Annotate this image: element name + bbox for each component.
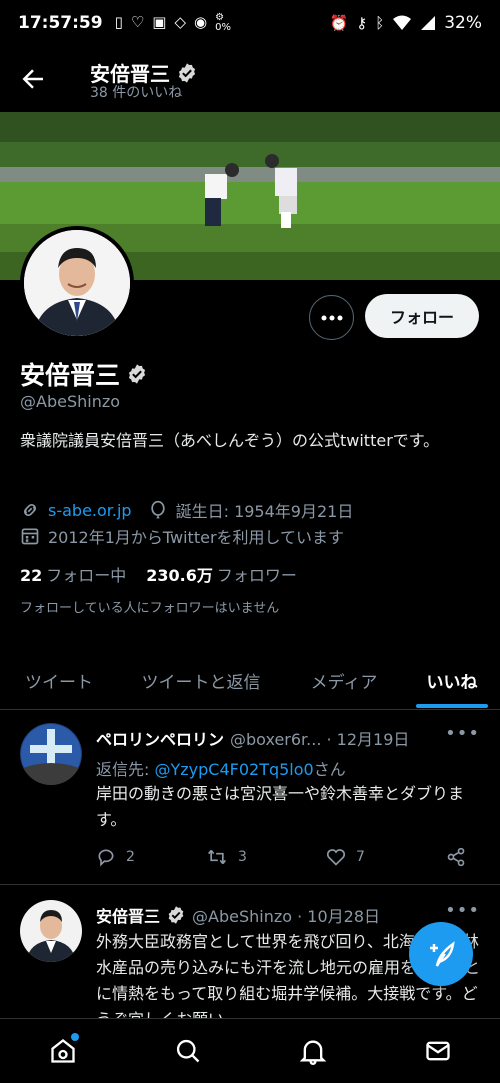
retweet-button[interactable]: 3 (206, 847, 326, 867)
joined-text: 2012年1月からTwitterを利用しています (48, 528, 345, 547)
tab-media[interactable]: メディア (284, 650, 404, 710)
website-link[interactable]: s-abe.or.jp (48, 501, 132, 520)
birthday-text: 誕生日: 1954年9月21日 (175, 502, 354, 521)
compose-feather-icon (430, 941, 455, 967)
status-bar: 17:57:59 ▯ ♡ ▣ ◇ ◉ ⚙ 0% ⏰ ⚷ ᛒ 32% (0, 0, 500, 46)
verified-badge-icon (178, 62, 196, 83)
tweet-header: 安倍晋三 @AbeShinzo · 10月28日 (96, 903, 380, 927)
heart-icon: ♡ (130, 13, 145, 31)
system-icons: ⏰ ⚷ ᛒ 32% (330, 13, 483, 33)
mail-icon (425, 1041, 450, 1061)
share-button[interactable] (446, 847, 466, 867)
bottom-navigation (0, 1018, 500, 1083)
status-time: 17:57:59 (18, 13, 103, 33)
tab-likes[interactable]: いいね (404, 650, 500, 710)
top-bar: 安倍晋三 38 件のいいね (0, 46, 500, 112)
tweet-actions: 2 3 7 (96, 847, 480, 867)
new-content-dot (70, 1033, 79, 1041)
tweet-header: ペロリンペロリン @boxer6r... · 12月19日 (96, 726, 409, 750)
calendar-icon (21, 528, 39, 545)
like-button[interactable]: 7 (326, 847, 446, 867)
data-usage-icon: ⚙ 0% (215, 12, 231, 33)
tweet-handle-date: @boxer6r... · 12月19日 (230, 730, 410, 749)
joined-row: 2012年1月からTwitterを利用しています (20, 524, 344, 548)
bell-icon (299, 1040, 326, 1065)
reply-to-line: 返信先: @YzypC4F02Tq5lo0さん (96, 760, 346, 779)
verified-badge-icon (128, 364, 146, 384)
reply-button[interactable]: 2 (96, 847, 206, 867)
compose-tweet-button[interactable] (409, 922, 473, 986)
link-icon (23, 503, 37, 517)
alarm-icon: ⏰ (329, 14, 349, 32)
nav-search[interactable] (168, 1031, 208, 1071)
more-options-button[interactable] (309, 295, 354, 340)
followers-stat[interactable]: 230.6万 フォロワー (146, 562, 297, 586)
retweet-icon (208, 849, 226, 865)
phone-icon: ▯ (114, 13, 123, 31)
verified-badge-icon (168, 906, 184, 924)
profile-bio: 衆議院議員安倍晋三（あべしんぞう）の公式twitterです。 (20, 431, 440, 450)
reply-icon (98, 849, 114, 867)
translate-icon: ▣ (152, 13, 167, 31)
profile-handle: @AbeShinzo (20, 392, 121, 411)
heart-icon (326, 849, 346, 866)
profile-avatar[interactable] (20, 226, 134, 340)
balloon-icon (150, 500, 165, 519)
home-icon (50, 1039, 75, 1063)
mutual-followers-note: フォローしている人にフォロワーはいません (20, 601, 280, 616)
tweet-more-icon[interactable]: ••• (445, 900, 480, 921)
profile-tabs: ツイート ツイートと返信 メディア いいね (0, 650, 500, 710)
bluetooth-icon: ᛒ (375, 14, 385, 32)
profile-name: 安倍晋三 (20, 356, 148, 392)
wifi-icon (393, 15, 412, 30)
battery-percent: 32% (444, 13, 482, 33)
follow-stats: 22 フォロー中 230.6万 フォロワー (20, 562, 297, 586)
tweet-author-avatar[interactable] (20, 900, 82, 962)
tweet-author-name[interactable]: 安倍晋三 (96, 903, 160, 927)
more-horizontal-icon (321, 315, 342, 320)
tweet-author-name[interactable]: ペロリンペロリン (96, 726, 224, 750)
incognito-icon: ◉ (194, 13, 208, 31)
profile-meta-row: s-abe.or.jp 誕生日: 1954年9月21日 (20, 498, 353, 522)
reply-to-handle-link[interactable]: @YzypC4F02Tq5lo0 (154, 760, 313, 779)
tweet-more-icon[interactable]: ••• (445, 723, 480, 744)
shield-icon: ◇ (174, 13, 187, 31)
nav-notifications[interactable] (293, 1031, 333, 1071)
likes-count-subtitle: 38 件のいいね (90, 85, 183, 101)
tweet-text: 岸田の動きの悪さは宮沢喜一や鈴木善幸とダブります。 (96, 784, 465, 829)
following-stat[interactable]: 22 フォロー中 (20, 562, 126, 586)
key-icon: ⚷ (356, 14, 368, 32)
tweet-card[interactable]: ペロリンペロリン @boxer6r... · 12月19日 ••• 返信先: @… (0, 711, 500, 885)
follow-button[interactable]: フォロー (365, 294, 479, 338)
tab-tweets[interactable]: ツイート (0, 650, 118, 710)
search-icon (176, 1039, 199, 1063)
share-icon (447, 847, 465, 867)
tab-tweets-and-replies[interactable]: ツイートと返信 (118, 650, 284, 710)
nav-messages[interactable] (418, 1031, 458, 1071)
tweet-handle-date: @AbeShinzo · 10月28日 (192, 907, 381, 926)
tweet-author-avatar[interactable] (20, 723, 82, 785)
nav-home[interactable] (43, 1031, 83, 1071)
back-arrow-icon[interactable] (18, 64, 48, 94)
notification-icons: ▯ ♡ ▣ ◇ ◉ ⚙ 0% (115, 13, 231, 33)
signal-icon (421, 16, 436, 30)
